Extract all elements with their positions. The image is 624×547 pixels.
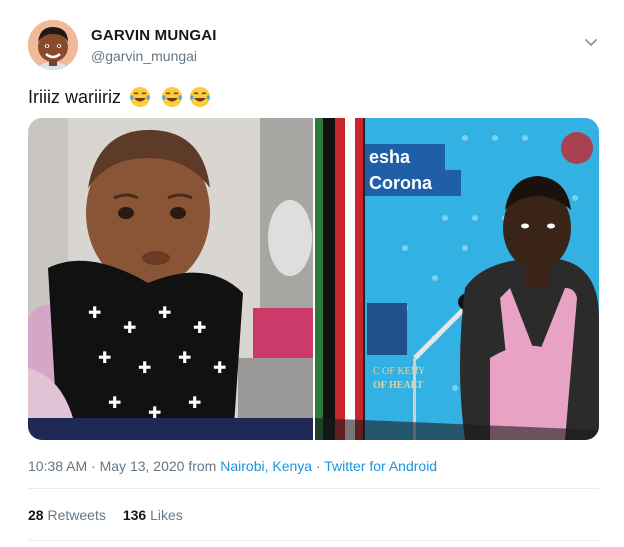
likes-count: 136 <box>122 507 147 523</box>
likes-stat[interactable]: 136 Likes <box>123 507 183 523</box>
svg-text:✚: ✚ <box>193 318 206 337</box>
tweet-media[interactable]: ✚ ✚ ✚ ✚ ✚ ✚ ✚ ✚ ✚ ✚ ✚ esha Corona C OF K… <box>28 118 599 440</box>
divider <box>28 540 599 541</box>
author-display-name[interactable]: GARVIN MUNGAI <box>91 27 217 45</box>
podium-text-line1: C OF KENY <box>373 366 425 377</box>
author-handle[interactable]: @garvin_mungai <box>91 47 217 65</box>
tweet-stats: 28 Retweets 136 Likes <box>28 506 183 524</box>
laughing-tears-emoji-icon <box>129 86 151 108</box>
media-photo-press-conference[interactable]: esha Corona C OF KENY OF HEALT <box>315 118 599 440</box>
tweet: GARVIN MUNGAI @garvin_mungai Iriiiz wari… <box>0 0 624 547</box>
retweets-stat[interactable]: 28 Retweets <box>28 507 106 523</box>
tweet-location-link[interactable]: Nairobi, Kenya <box>220 458 312 474</box>
laughing-tears-emoji-icon <box>189 86 211 108</box>
meta-separator: · <box>312 458 325 474</box>
svg-text:✚: ✚ <box>178 348 191 367</box>
svg-text:✚: ✚ <box>108 393 121 412</box>
avatar-illustration <box>28 20 78 70</box>
tweet-text: Iriiiz wariiriz <box>28 84 211 110</box>
retweets-count: 28 <box>28 507 44 523</box>
svg-text:✚: ✚ <box>213 358 226 377</box>
svg-text:✚: ✚ <box>138 358 151 377</box>
press-conference-illustration: esha Corona C OF KENY OF HEALT <box>315 118 599 440</box>
retweets-label: Retweets <box>47 507 106 523</box>
avatar[interactable] <box>28 20 78 70</box>
svg-text:✚: ✚ <box>123 318 136 337</box>
baby-photo-illustration: ✚ ✚ ✚ ✚ ✚ ✚ ✚ ✚ ✚ ✚ ✚ <box>28 118 313 440</box>
likes-label: Likes <box>150 507 183 523</box>
media-photo-baby[interactable]: ✚ ✚ ✚ ✚ ✚ ✚ ✚ ✚ ✚ ✚ ✚ <box>28 118 313 440</box>
laughing-tears-emoji-icon <box>161 86 183 108</box>
meta-separator: · <box>87 458 100 474</box>
tweet-options-chevron-down-icon[interactable] <box>582 36 600 50</box>
meta-from-label: from <box>188 458 217 474</box>
divider <box>28 488 599 489</box>
svg-text:✚: ✚ <box>88 303 101 322</box>
tweet-time[interactable]: 10:38 AM <box>28 458 87 474</box>
svg-text:✚: ✚ <box>98 348 111 367</box>
sign-text-line2: Corona <box>369 173 433 193</box>
sign-text-line1: esha <box>369 147 411 167</box>
tweet-metadata: 10:38 AM · May 13, 2020 from Nairobi, Ke… <box>28 457 437 475</box>
tweet-source-link[interactable]: Twitter for Android <box>324 458 437 474</box>
svg-text:✚: ✚ <box>188 393 201 412</box>
tweet-date[interactable]: May 13, 2020 <box>100 458 185 474</box>
svg-text:✚: ✚ <box>158 303 171 322</box>
author-info[interactable]: GARVIN MUNGAI @garvin_mungai <box>91 27 217 65</box>
tweet-text-body: Iriiiz wariiriz <box>28 87 121 107</box>
